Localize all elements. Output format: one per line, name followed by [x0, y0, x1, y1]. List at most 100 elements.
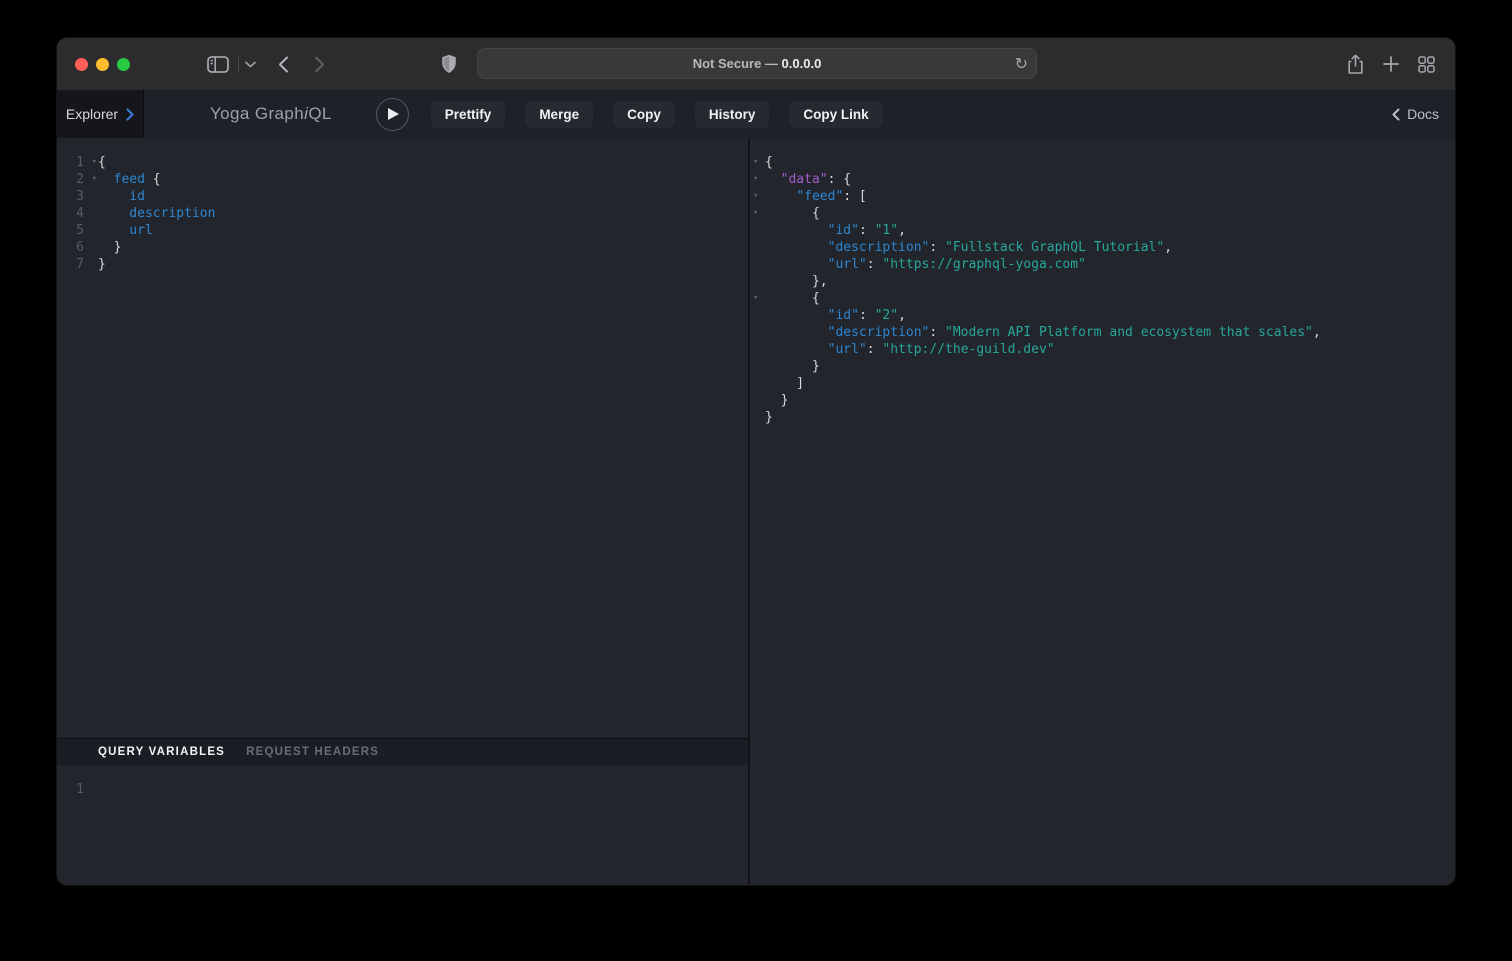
code-token: "url" [828, 342, 867, 357]
history-button[interactable]: History [695, 101, 770, 128]
code-line: }, [750, 273, 1455, 290]
copy-link-button[interactable]: Copy Link [789, 101, 882, 128]
prettify-button[interactable]: Prettify [431, 101, 506, 128]
browser-window: Not Secure — 0.0.0.0 ↻ [57, 38, 1455, 885]
code-line: "url": "https://graphql-yoga.com" [750, 256, 1455, 273]
code-token: "2" [875, 308, 898, 323]
gutter: 5 [57, 222, 98, 239]
code-token: { [765, 206, 820, 221]
code-token: "description" [828, 240, 930, 255]
tab-overview-icon[interactable] [1418, 56, 1435, 73]
code-text: } [765, 392, 788, 409]
gutter [750, 341, 765, 358]
gutter: ▾ [750, 290, 765, 307]
code-token: description [98, 206, 215, 221]
code-line: "id": "1", [750, 222, 1455, 239]
code-text: "url": "http://the-guild.dev" [765, 341, 1055, 358]
tab-request-headers[interactable]: REQUEST HEADERS [246, 746, 379, 758]
sidebar-icon[interactable] [207, 56, 229, 73]
execute-query-button[interactable] [376, 98, 409, 131]
share-icon[interactable] [1347, 54, 1364, 75]
code-token: : [ [843, 189, 866, 204]
gutter: 2▾ [57, 171, 98, 188]
address-bar[interactable]: Not Secure — 0.0.0.0 ↻ [477, 48, 1037, 79]
gutter [750, 273, 765, 290]
code-token: "https://graphql-yoga.com" [882, 257, 1086, 272]
explorer-toggle[interactable]: Explorer [57, 90, 144, 138]
gutter: ▾ [750, 171, 765, 188]
code-text: feed { [98, 171, 161, 188]
titlebar-separator [238, 57, 239, 72]
forward-button-icon[interactable] [314, 56, 325, 73]
left-pane: 1▾{2▾ feed {3 id4 description5 url6 }7} … [57, 138, 748, 885]
line-number: 2 [76, 171, 84, 188]
code-token [765, 308, 828, 323]
zoom-window-button[interactable] [117, 58, 130, 71]
minimize-window-button[interactable] [96, 58, 109, 71]
reload-icon[interactable]: ↻ [1015, 49, 1028, 78]
back-button-icon[interactable] [278, 56, 289, 73]
code-token: }, [765, 274, 828, 289]
privacy-shield-icon[interactable] [441, 54, 457, 74]
fold-arrow-icon[interactable]: ▾ [92, 171, 97, 188]
fold-arrow-icon[interactable]: ▾ [92, 154, 97, 171]
copy-button[interactable]: Copy [613, 101, 675, 128]
code-line: "description": "Modern API Platform and … [750, 324, 1455, 341]
sidebar-chevron-down-icon[interactable] [245, 61, 256, 68]
traffic-lights [75, 38, 130, 90]
play-icon [388, 108, 399, 120]
code-line: ▾ { [750, 205, 1455, 222]
code-text: }, [765, 273, 828, 290]
code-line: ] [750, 375, 1455, 392]
code-text: "id": "2", [765, 307, 906, 324]
code-token: } [98, 240, 121, 255]
code-token [765, 223, 828, 238]
code-token: , [1313, 325, 1321, 340]
code-token: "id" [828, 223, 859, 238]
close-window-button[interactable] [75, 58, 88, 71]
browser-titlebar: Not Secure — 0.0.0.0 ↻ [57, 38, 1455, 90]
code-token: : [867, 342, 883, 357]
code-token: } [765, 410, 773, 425]
explorer-chevron-right-icon [126, 108, 134, 121]
gutter [750, 239, 765, 256]
code-line: 5 url [57, 222, 748, 239]
fold-arrow-icon[interactable]: ▾ [753, 188, 758, 205]
code-token: { [765, 291, 820, 306]
line-number: 3 [76, 188, 84, 205]
code-token: "description" [828, 325, 930, 340]
fold-arrow-icon[interactable]: ▾ [753, 290, 758, 307]
fold-arrow-icon[interactable]: ▾ [753, 154, 758, 171]
gutter: ▾ [750, 188, 765, 205]
query-editor[interactable]: 1▾{2▾ feed {3 id4 description5 url6 }7} [57, 138, 748, 738]
code-token: "id" [828, 308, 859, 323]
gutter: ▾ [750, 205, 765, 222]
tab-query-variables[interactable]: QUERY VARIABLES [98, 746, 225, 758]
code-token: : [929, 240, 945, 255]
code-line: "id": "2", [750, 307, 1455, 324]
fold-arrow-icon[interactable]: ▾ [753, 205, 758, 222]
new-tab-icon[interactable] [1383, 56, 1399, 72]
docs-toggle[interactable]: Docs [1392, 106, 1439, 122]
code-text: } [98, 256, 106, 273]
code-text: url [98, 222, 153, 239]
browser-nav-group [207, 38, 325, 90]
code-text: "id": "1", [765, 222, 906, 239]
code-token [765, 257, 828, 272]
code-token: : { [828, 172, 851, 187]
code-line: 1 [57, 781, 748, 798]
line-number: 5 [76, 222, 84, 239]
titlebar-right-icons [1347, 38, 1435, 90]
code-token: , [898, 308, 906, 323]
code-text: { [765, 290, 820, 307]
code-text: { [765, 205, 820, 222]
merge-button[interactable]: Merge [525, 101, 593, 128]
code-token: : [859, 308, 875, 323]
variables-editor[interactable]: 1 [57, 765, 748, 885]
line-number: 4 [76, 205, 84, 222]
code-line: "description": "Fullstack GraphQL Tutori… [750, 239, 1455, 256]
line-number: 1 [76, 154, 84, 171]
fold-arrow-icon[interactable]: ▾ [753, 171, 758, 188]
docs-label: Docs [1407, 106, 1439, 122]
code-line: } [750, 358, 1455, 375]
